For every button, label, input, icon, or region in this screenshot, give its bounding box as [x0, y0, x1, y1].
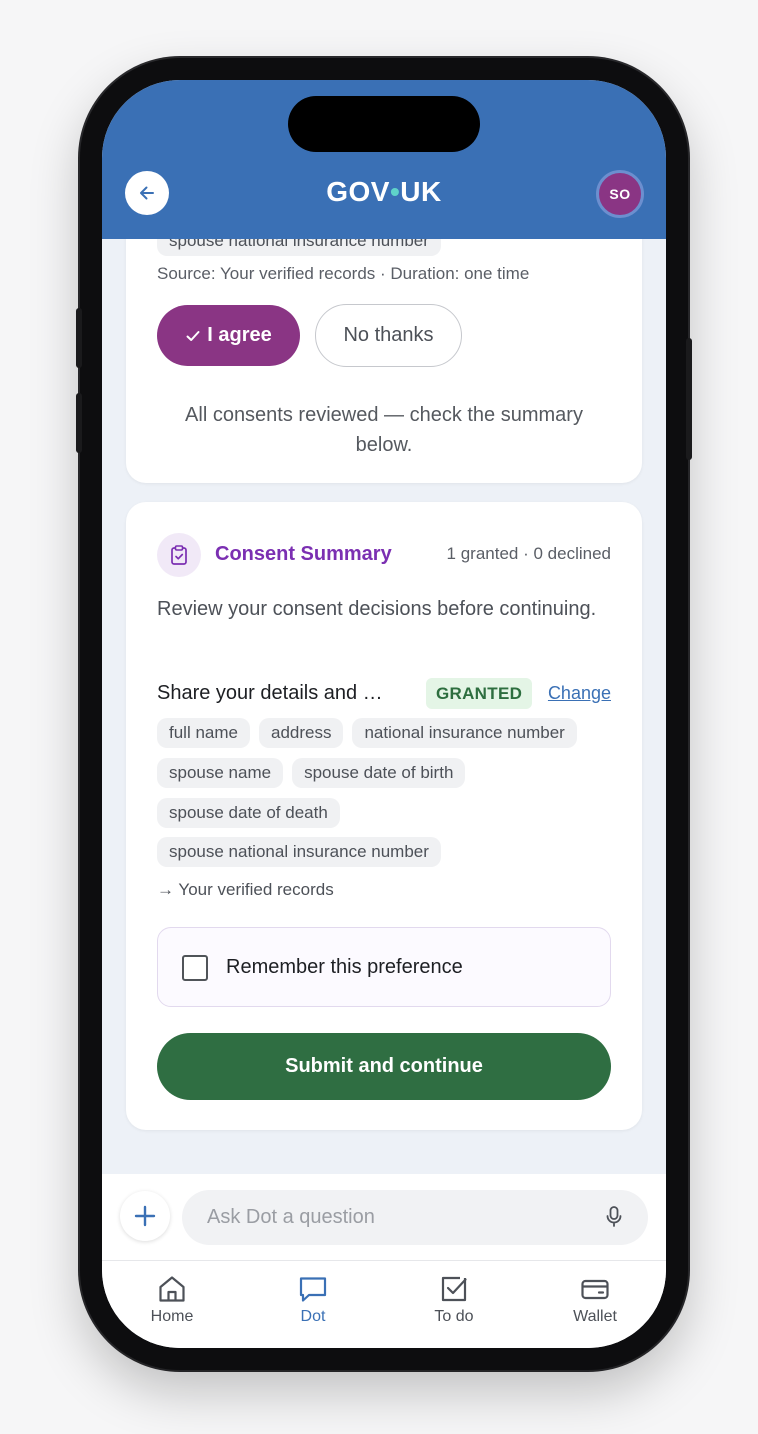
consent-summary-title: Consent Summary — [215, 543, 392, 565]
phone-side-button — [686, 338, 692, 460]
status-badge: GRANTED — [426, 678, 533, 709]
tab-to-do[interactable]: To do — [399, 1273, 509, 1326]
tab-label: Home — [150, 1308, 194, 1325]
checkmark-icon — [186, 330, 200, 341]
wallet-icon — [581, 1279, 609, 1300]
tab-wallet[interactable]: Wallet — [540, 1273, 650, 1326]
phone-side-button — [76, 393, 82, 453]
data-chip: spouse date of birth — [292, 758, 466, 788]
source-duration-text: Source: Your verified records · Duration… — [157, 264, 530, 283]
tab-label: Wallet — [573, 1308, 617, 1325]
data-chip: national insurance number — [352, 718, 577, 748]
phone-side-button — [76, 308, 82, 368]
data-chip: full name — [157, 718, 250, 748]
remember-preference-option[interactable]: Remember this preference — [157, 927, 611, 1007]
tab-dot[interactable]: Dot — [258, 1273, 368, 1326]
destination-text: → Your verified records — [157, 880, 334, 899]
remember-checkbox[interactable] — [182, 955, 208, 981]
no-thanks-button[interactable]: No thanks — [315, 304, 462, 367]
clipboard-check-icon — [157, 533, 201, 577]
data-chip: address — [258, 718, 344, 748]
remember-label: Remember this preference — [226, 956, 463, 978]
chip-row: full name address national insurance num… — [157, 718, 577, 748]
all-reviewed-text: All consents reviewed — check the summar… — [185, 404, 583, 456]
data-chip: spouse national insurance number — [157, 837, 441, 867]
chip-row: spouse date of death — [157, 798, 340, 828]
tab-home[interactable]: Home — [117, 1273, 227, 1326]
consent-counts: 1 granted · 0 declined — [446, 544, 611, 563]
app-screen: spouse national insurance number Source:… — [102, 80, 666, 1348]
chip-row: spouse national insurance number — [157, 837, 441, 867]
chat-scroll-area[interactable]: spouse national insurance number Source:… — [102, 80, 666, 1174]
i-agree-label: I agree — [207, 324, 272, 346]
tab-label: To do — [434, 1308, 474, 1325]
chat-icon — [299, 1277, 327, 1302]
data-chip: spouse date of death — [157, 798, 340, 828]
chat-composer — [102, 1174, 666, 1260]
home-icon — [159, 1276, 185, 1302]
microphone-icon[interactable] — [604, 1205, 624, 1229]
submit-continue-button[interactable]: Submit and continue — [157, 1033, 611, 1100]
gov-uk-logo: GOV•UK — [326, 176, 442, 207]
consent-summary-card: Consent Summary 1 granted · 0 declined R… — [126, 502, 642, 1130]
data-chip: spouse name — [157, 758, 284, 788]
bottom-tab-bar: Home Dot To do Wallet — [102, 1260, 666, 1348]
dynamic-island — [288, 96, 480, 152]
summary-description: Review your consent decisions before con… — [157, 598, 597, 620]
plus-icon — [134, 1205, 156, 1227]
tab-label: Dot — [300, 1308, 326, 1325]
ask-dot-input[interactable] — [182, 1190, 648, 1245]
consent-item-title: Share your details and … — [157, 682, 383, 704]
no-thanks-label: No thanks — [343, 324, 434, 346]
i-agree-button[interactable]: I agree — [157, 305, 300, 366]
submit-label: Submit and continue — [285, 1055, 483, 1077]
chip-row: spouse name spouse date of birth — [157, 758, 466, 788]
change-link[interactable]: Change — [548, 683, 611, 704]
checkbox-icon — [441, 1276, 467, 1302]
user-avatar[interactable]: SO — [596, 170, 644, 218]
add-attachment-button[interactable] — [120, 1191, 170, 1241]
